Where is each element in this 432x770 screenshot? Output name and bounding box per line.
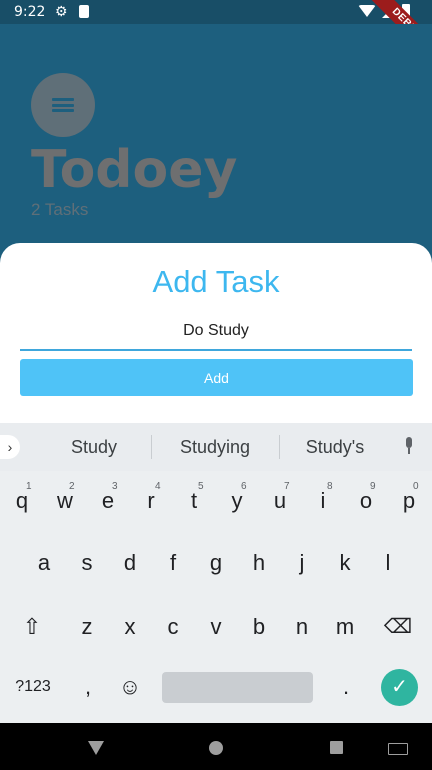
task-count: 2 Tasks	[31, 200, 89, 219]
key-r[interactable]: r	[131, 477, 171, 525]
status-time: 9:22	[14, 4, 46, 20]
key-g[interactable]: g	[196, 539, 236, 587]
comma-key[interactable]: ,	[70, 663, 106, 711]
list-icon	[52, 98, 74, 112]
key-hint-4: 4	[155, 481, 161, 492]
key-hint-5: 5	[198, 481, 204, 492]
back-icon[interactable]	[88, 741, 104, 755]
key-n[interactable]: n	[282, 603, 322, 651]
settings-gear-icon: ⚙	[55, 3, 68, 19]
emoji-key-icon[interactable]: ☺	[112, 663, 148, 711]
status-bar: 9:22 ⚙	[0, 0, 432, 24]
menu-button[interactable]	[31, 73, 95, 137]
app-title: Todoey	[31, 140, 238, 200]
key-m[interactable]: m	[325, 603, 365, 651]
add-task-sheet: Add Task Add	[0, 243, 432, 433]
keyboard-switch-icon[interactable]	[388, 743, 408, 755]
key-x[interactable]: x	[110, 603, 150, 651]
key-hint-2: 2	[69, 481, 75, 492]
key-f[interactable]: f	[153, 539, 193, 587]
key-k[interactable]: k	[325, 539, 365, 587]
backspace-key-icon[interactable]: ⌫	[378, 603, 418, 651]
enter-check-icon[interactable]: ✓	[381, 669, 418, 706]
home-icon[interactable]	[209, 741, 223, 755]
key-hint-0: 0	[413, 481, 419, 492]
app-header: Todoey 2 Tasks	[0, 24, 432, 254]
key-hint-9: 9	[370, 481, 376, 492]
task-input[interactable]	[20, 313, 412, 351]
symbols-key[interactable]: ?123	[4, 663, 62, 711]
recents-icon[interactable]	[330, 741, 343, 754]
key-a[interactable]: a	[24, 539, 64, 587]
mic-icon[interactable]	[404, 437, 414, 455]
space-key[interactable]	[162, 672, 313, 703]
key-hint-3: 3	[112, 481, 118, 492]
suggestion-3[interactable]: Study's	[275, 437, 395, 458]
suggestion-1[interactable]: Study	[34, 437, 154, 458]
key-j[interactable]: j	[282, 539, 322, 587]
shift-key-icon[interactable]: ⇧	[12, 603, 52, 651]
key-c[interactable]: c	[153, 603, 193, 651]
key-hint-6: 6	[241, 481, 247, 492]
key-l[interactable]: l	[368, 539, 408, 587]
suggestion-strip: › Study Studying Study's	[0, 423, 432, 471]
add-button[interactable]: Add	[20, 359, 413, 396]
suggestion-2[interactable]: Studying	[155, 437, 275, 458]
sd-card-icon	[79, 5, 89, 18]
expand-suggestions-icon[interactable]: ›	[0, 435, 20, 459]
period-key[interactable]: .	[328, 663, 364, 711]
key-h[interactable]: h	[239, 539, 279, 587]
key-y[interactable]: y	[217, 477, 257, 525]
soft-keyboard: › Study Studying Study's q1 w2 e3 r4 t5 y6 u7 i…	[0, 423, 432, 723]
key-z[interactable]: z	[67, 603, 107, 651]
key-d[interactable]: d	[110, 539, 150, 587]
key-u[interactable]: u	[260, 477, 300, 525]
key-hint-7: 7	[284, 481, 290, 492]
key-b[interactable]: b	[239, 603, 279, 651]
suggestion-divider	[151, 435, 152, 459]
key-q[interactable]: q	[2, 477, 42, 525]
key-w[interactable]: w	[45, 477, 85, 525]
key-s[interactable]: s	[67, 539, 107, 587]
key-i[interactable]: i	[303, 477, 343, 525]
sheet-title: Add Task	[152, 264, 280, 299]
key-hint-8: 8	[327, 481, 333, 492]
key-t[interactable]: t	[174, 477, 214, 525]
wifi-icon	[358, 5, 376, 17]
key-e[interactable]: e	[88, 477, 128, 525]
navigation-bar	[0, 723, 432, 770]
key-hint-1: 1	[26, 481, 32, 492]
key-o[interactable]: o	[346, 477, 386, 525]
key-v[interactable]: v	[196, 603, 236, 651]
key-p[interactable]: p	[389, 477, 429, 525]
